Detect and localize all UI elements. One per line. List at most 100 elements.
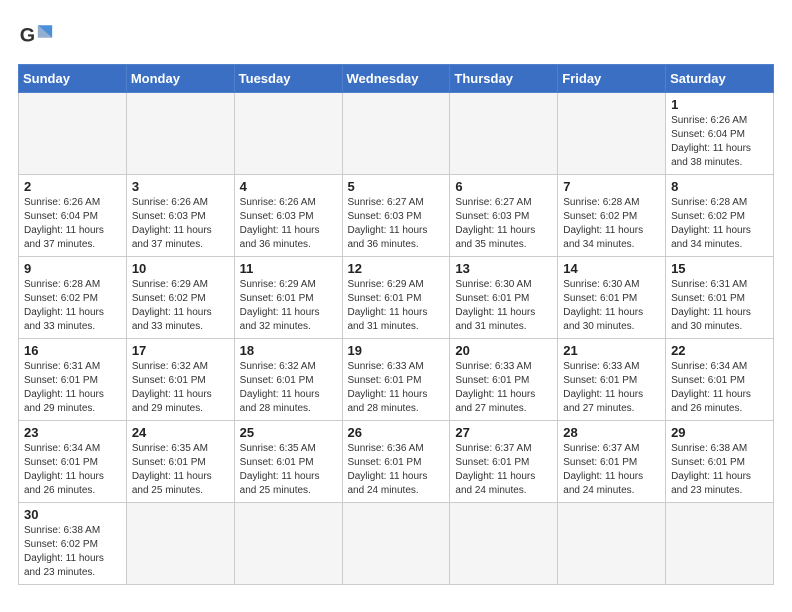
table-row (234, 93, 342, 175)
table-row: 4Sunrise: 6:26 AM Sunset: 6:03 PM Daylig… (234, 175, 342, 257)
day-number: 20 (455, 343, 552, 358)
day-info: Sunrise: 6:30 AM Sunset: 6:01 PM Dayligh… (563, 278, 660, 334)
day-info: Sunrise: 6:33 AM Sunset: 6:01 PM Dayligh… (563, 360, 660, 416)
day-number: 27 (455, 425, 552, 440)
day-info: Sunrise: 6:29 AM Sunset: 6:01 PM Dayligh… (240, 278, 337, 334)
header-saturday: Saturday (666, 65, 774, 93)
calendar-row: 9 Sunrise: 6:28 AM Sunset: 6:02 PM Daylig… (19, 257, 774, 339)
header-friday: Friday (558, 65, 666, 93)
day-number: 10 (132, 261, 229, 276)
day-number: 15 (671, 261, 768, 276)
day-info: Sunrise: 6:32 AM Sunset: 6:01 PM Dayligh… (240, 360, 337, 416)
table-row: 24Sunrise: 6:35 AM Sunset: 6:01 PM Dayli… (126, 421, 234, 503)
day-number: 23 (24, 425, 121, 440)
day-info: Sunrise: 6:36 AM Sunset: 6:01 PM Dayligh… (348, 442, 445, 498)
day-info: Sunrise: 6:28 AM Sunset: 6:02 PM Dayligh… (671, 196, 768, 252)
table-row: 15 Sunrise: 6:31 AM Sunset: 6:01 PM Dayli… (666, 257, 774, 339)
day-info: Sunrise: 6:27 AM Sunset: 6:03 PM Dayligh… (348, 196, 445, 252)
table-row: 23 Sunrise: 6:34 AM Sunset: 6:01 PM Dayli… (19, 421, 127, 503)
table-row: 1 Sunrise: 6:26 AM Sunset: 6:04 PM Daylig… (666, 93, 774, 175)
header-sunday: Sunday (19, 65, 127, 93)
table-row: 14 Sunrise: 6:30 AM Sunset: 6:01 PM Dayli… (558, 257, 666, 339)
table-row (342, 503, 450, 585)
day-number: 21 (563, 343, 660, 358)
table-row: 5 Sunrise: 6:27 AM Sunset: 6:03 PM Daylig… (342, 175, 450, 257)
day-number: 19 (348, 343, 445, 358)
header-wednesday: Wednesday (342, 65, 450, 93)
table-row (126, 93, 234, 175)
day-number: 30 (24, 507, 121, 522)
day-info: Sunrise: 6:31 AM Sunset: 6:01 PM Dayligh… (24, 360, 121, 416)
calendar-row: 16Sunrise: 6:31 AM Sunset: 6:01 PM Dayli… (19, 339, 774, 421)
day-number: 9 (24, 261, 121, 276)
day-info: Sunrise: 6:38 AM Sunset: 6:01 PM Dayligh… (671, 442, 768, 498)
day-number: 11 (240, 261, 337, 276)
calendar-row: 1 Sunrise: 6:26 AM Sunset: 6:04 PM Daylig… (19, 93, 774, 175)
svg-text:G: G (20, 24, 35, 46)
table-row: 13 Sunrise: 6:30 AM Sunset: 6:01 PM Dayli… (450, 257, 558, 339)
day-info: Sunrise: 6:30 AM Sunset: 6:01 PM Dayligh… (455, 278, 552, 334)
day-number: 13 (455, 261, 552, 276)
day-number: 5 (348, 179, 445, 194)
day-info: Sunrise: 6:35 AM Sunset: 6:01 PM Dayligh… (132, 442, 229, 498)
day-number: 29 (671, 425, 768, 440)
table-row: 17Sunrise: 6:32 AM Sunset: 6:01 PM Dayli… (126, 339, 234, 421)
day-info: Sunrise: 6:29 AM Sunset: 6:02 PM Dayligh… (132, 278, 229, 334)
day-info: Sunrise: 6:28 AM Sunset: 6:02 PM Dayligh… (24, 278, 121, 334)
table-row: 8 Sunrise: 6:28 AM Sunset: 6:02 PM Daylig… (666, 175, 774, 257)
table-row: 3 Sunrise: 6:26 AM Sunset: 6:03 PM Daylig… (126, 175, 234, 257)
table-row (450, 93, 558, 175)
calendar-row: 30Sunrise: 6:38 AM Sunset: 6:02 PM Dayli… (19, 503, 774, 585)
table-row: 25Sunrise: 6:35 AM Sunset: 6:01 PM Dayli… (234, 421, 342, 503)
table-row: 27 Sunrise: 6:37 AM Sunset: 6:01 PM Dayli… (450, 421, 558, 503)
table-row: 22 Sunrise: 6:34 AM Sunset: 6:01 PM Dayli… (666, 339, 774, 421)
day-info: Sunrise: 6:33 AM Sunset: 6:01 PM Dayligh… (348, 360, 445, 416)
header: G (18, 18, 774, 54)
table-row: 30Sunrise: 6:38 AM Sunset: 6:02 PM Dayli… (19, 503, 127, 585)
day-info: Sunrise: 6:26 AM Sunset: 6:03 PM Dayligh… (132, 196, 229, 252)
table-row (558, 503, 666, 585)
table-row (450, 503, 558, 585)
day-number: 4 (240, 179, 337, 194)
day-info: Sunrise: 6:34 AM Sunset: 6:01 PM Dayligh… (671, 360, 768, 416)
day-number: 6 (455, 179, 552, 194)
calendar-table: Sunday Monday Tuesday Wednesday Thursday… (18, 64, 774, 585)
day-number: 1 (671, 97, 768, 112)
table-row: 20 Sunrise: 6:33 AM Sunset: 6:01 PM Dayli… (450, 339, 558, 421)
table-row (234, 503, 342, 585)
day-number: 18 (240, 343, 337, 358)
day-number: 7 (563, 179, 660, 194)
logo: G (18, 18, 60, 54)
header-monday: Monday (126, 65, 234, 93)
table-row: 18 Sunrise: 6:32 AM Sunset: 6:01 PM Dayli… (234, 339, 342, 421)
table-row: 28 Sunrise: 6:37 AM Sunset: 6:01 PM Dayli… (558, 421, 666, 503)
day-info: Sunrise: 6:29 AM Sunset: 6:01 PM Dayligh… (348, 278, 445, 334)
table-row: 10 Sunrise: 6:29 AM Sunset: 6:02 PM Dayli… (126, 257, 234, 339)
header-thursday: Thursday (450, 65, 558, 93)
table-row: 2Sunrise: 6:26 AM Sunset: 6:04 PM Daylig… (19, 175, 127, 257)
day-number: 12 (348, 261, 445, 276)
day-number: 3 (132, 179, 229, 194)
day-info: Sunrise: 6:34 AM Sunset: 6:01 PM Dayligh… (24, 442, 121, 498)
day-number: 17 (132, 343, 229, 358)
day-info: Sunrise: 6:37 AM Sunset: 6:01 PM Dayligh… (455, 442, 552, 498)
table-row: 11 Sunrise: 6:29 AM Sunset: 6:01 PM Dayli… (234, 257, 342, 339)
day-info: Sunrise: 6:37 AM Sunset: 6:01 PM Dayligh… (563, 442, 660, 498)
day-number: 14 (563, 261, 660, 276)
day-info: Sunrise: 6:31 AM Sunset: 6:01 PM Dayligh… (671, 278, 768, 334)
table-row: 26Sunrise: 6:36 AM Sunset: 6:01 PM Dayli… (342, 421, 450, 503)
day-number: 28 (563, 425, 660, 440)
table-row: 7Sunrise: 6:28 AM Sunset: 6:02 PM Daylig… (558, 175, 666, 257)
table-row: 29 Sunrise: 6:38 AM Sunset: 6:01 PM Dayli… (666, 421, 774, 503)
day-number: 25 (240, 425, 337, 440)
day-info: Sunrise: 6:26 AM Sunset: 6:04 PM Dayligh… (671, 114, 768, 170)
day-number: 8 (671, 179, 768, 194)
day-info: Sunrise: 6:26 AM Sunset: 6:04 PM Dayligh… (24, 196, 121, 252)
table-row: 19 Sunrise: 6:33 AM Sunset: 6:01 PM Dayli… (342, 339, 450, 421)
day-info: Sunrise: 6:27 AM Sunset: 6:03 PM Dayligh… (455, 196, 552, 252)
table-row: 21 Sunrise: 6:33 AM Sunset: 6:01 PM Dayli… (558, 339, 666, 421)
page: G Sunday Monday Tuesday Wednesday Thursd… (0, 0, 792, 595)
header-tuesday: Tuesday (234, 65, 342, 93)
day-number: 22 (671, 343, 768, 358)
day-info: Sunrise: 6:33 AM Sunset: 6:01 PM Dayligh… (455, 360, 552, 416)
